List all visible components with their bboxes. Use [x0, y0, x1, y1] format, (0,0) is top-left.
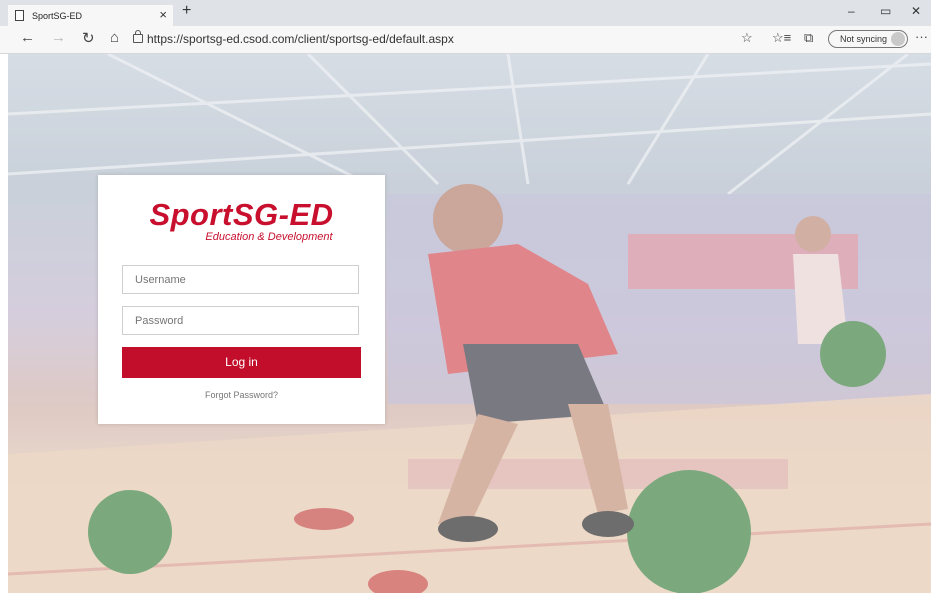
brand-logo: SportSG-ED Education & Development	[98, 197, 385, 243]
page-icon	[15, 10, 24, 21]
login-button[interactable]: Log in	[122, 347, 361, 378]
tab-close-icon[interactable]: ×	[159, 7, 167, 22]
username-input[interactable]	[122, 265, 359, 294]
forgot-password-link[interactable]: Forgot Password?	[98, 390, 385, 400]
favorite-star-icon[interactable]: ☆	[741, 30, 753, 46]
brand-main-text: SportSG-ED	[149, 197, 334, 232]
lock-icon	[133, 30, 143, 43]
url-field[interactable]: https://sportsg-ed.csod.com/client/sport…	[147, 32, 454, 46]
tab-title: SportSG-ED	[32, 10, 83, 21]
more-menu-icon[interactable]: ···	[915, 29, 928, 44]
address-toolbar: ← → ↻ ⌂ https://sportsg-ed.csod.com/clie…	[0, 26, 931, 54]
back-button[interactable]: ←	[20, 29, 35, 46]
browser-tab-bar: SportSG-ED × + – ▭ ✕	[0, 0, 931, 26]
new-tab-button[interactable]: +	[182, 2, 191, 20]
forward-button[interactable]: →	[51, 29, 66, 46]
avatar	[891, 32, 905, 46]
restore-button[interactable]: ▭	[880, 4, 891, 18]
sync-label: Not syncing	[840, 34, 888, 44]
close-window-button[interactable]: ✕	[911, 4, 921, 18]
password-input[interactable]	[122, 306, 359, 335]
minimize-button[interactable]: –	[848, 4, 855, 18]
brand-subtitle: Education & Development	[205, 231, 333, 243]
home-button[interactable]: ⌂	[110, 29, 119, 46]
collections-icon[interactable]: ⧉	[804, 30, 813, 46]
sync-profile-button[interactable]: Not syncing	[828, 30, 908, 48]
refresh-button[interactable]: ↻	[82, 29, 95, 47]
favorites-list-icon[interactable]: ☆≡	[772, 30, 791, 46]
browser-tab[interactable]: SportSG-ED ×	[8, 5, 173, 26]
login-card: SportSG-ED Education & Development Log i…	[98, 175, 385, 424]
